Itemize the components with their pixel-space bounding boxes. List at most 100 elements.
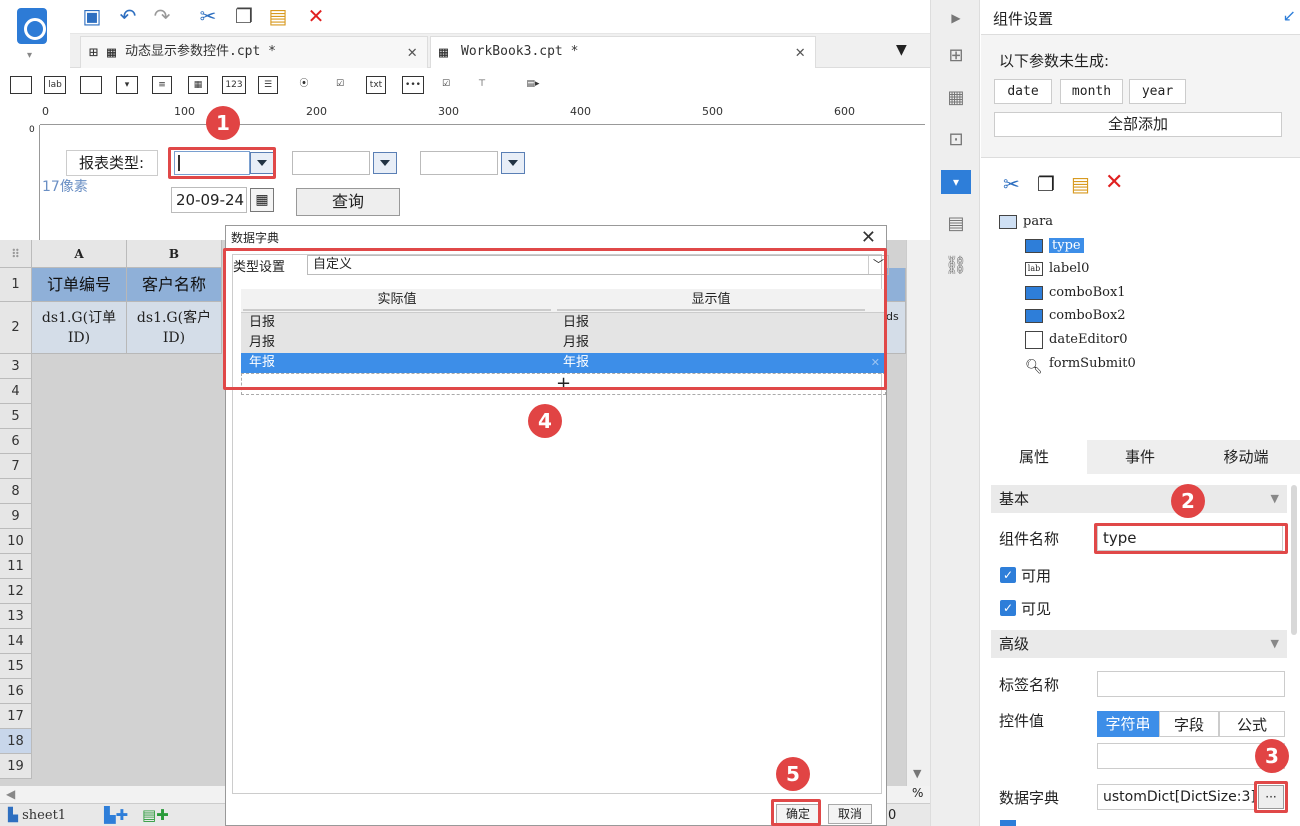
expand-icon[interactable]: ▶ [944,6,968,30]
paste-icon[interactable]: ▤ [1071,172,1090,196]
combobox-widget-icon[interactable]: ▾ [116,76,138,94]
value-type-field[interactable]: 字段 [1159,711,1219,737]
row-header[interactable]: 3 [0,354,32,379]
tab-mobile[interactable]: 移动端 [1193,440,1299,474]
delete-icon[interactable]: ✕ [304,4,328,28]
number-widget-icon[interactable]: 123 [222,76,246,94]
tab-workbook3[interactable]: ▦ WorkBook3.cpt * ✕ [430,36,816,68]
close-icon[interactable]: ✕ [407,37,417,67]
label-widget-icon[interactable]: lab [44,76,66,94]
calendar-icon[interactable]: ▦ [250,188,274,212]
section-basic[interactable]: 基本 ▼ [991,485,1287,513]
month-dropdown-button[interactable] [373,152,397,174]
add-all-button[interactable]: 全部添加 [994,112,1282,137]
app-logo[interactable]: ▾ [0,0,70,66]
cancel-button[interactable]: 取消 [828,804,872,824]
date-widget-icon[interactable]: ▦ [188,76,208,94]
row-header[interactable]: 14 [0,629,32,654]
condition-icon[interactable]: ▤ [944,212,968,236]
row-header[interactable]: 18 [0,729,32,754]
row-header[interactable]: 9 [0,504,32,529]
enabled-checkbox[interactable]: ✓ [1000,567,1016,583]
cut-icon[interactable]: ✂ [1003,172,1020,196]
add-poly-sheet-icon[interactable]: ▤✚ [142,806,169,824]
save-icon[interactable]: ▣ [80,4,104,28]
row-header[interactable]: 16 [0,679,32,704]
tag-name-input[interactable] [1097,671,1285,697]
row-header[interactable]: 1 [0,268,32,302]
row-header[interactable]: 8 [0,479,32,504]
date-editor[interactable]: 20-09-24 [171,187,247,213]
password-widget-icon[interactable]: ••• [402,76,424,94]
paste-icon[interactable]: ▤ [266,4,290,28]
close-icon[interactable]: ✕ [861,226,876,250]
tree-node-type[interactable]: type [1025,236,1084,256]
tab-menu-icon[interactable]: ▼ [896,42,907,58]
column-header-b[interactable]: B [127,240,222,268]
data-cell-order[interactable]: ds1.G(订单ID) [32,302,127,354]
tree-node-combobox2[interactable]: comboBox2 [1025,306,1126,326]
tree-node-formsubmit0[interactable]: 🔍︎ formSubmit0 [1025,354,1136,375]
value-type-formula[interactable]: 公式 [1219,711,1285,737]
tab-properties[interactable]: 属性 [981,440,1087,474]
textbox-widget-icon[interactable] [80,76,102,94]
checkbox-widget-icon[interactable]: ☑ [436,76,456,94]
data-cell-customer[interactable]: ds1.G(客户ID) [127,302,222,354]
row-header[interactable]: 2 [0,302,32,354]
list-widget-icon[interactable]: ≡ [152,76,172,94]
row-header[interactable]: 6 [0,429,32,454]
cut-icon[interactable]: ✂ [196,4,220,28]
tree-node-dateeditor0[interactable]: dateEditor0 [1025,330,1128,350]
sheet-tab[interactable]: ▙ sheet1 [8,808,66,823]
row-header[interactable]: 4 [0,379,32,404]
visible-checkbox[interactable]: ✓ [1000,600,1016,616]
row-header[interactable]: 5 [0,404,32,429]
row-header[interactable]: 15 [0,654,32,679]
corner-cell[interactable]: ⠿ [0,240,32,268]
checkbox-group-icon[interactable]: ☑ [330,76,350,94]
row-header[interactable]: 13 [0,604,32,629]
widget-settings-icon[interactable]: ▾ [941,170,971,194]
row-header[interactable]: 17 [0,704,32,729]
param-chip-date[interactable]: date [994,79,1052,104]
delete-icon[interactable]: ✕ [1105,170,1123,195]
year-dropdown-button[interactable] [501,152,525,174]
tree-node-para[interactable]: para [999,212,1053,232]
column-header-a[interactable]: A [32,240,127,268]
tree-widget-icon[interactable]: ⊤ [472,76,492,94]
value-type-string[interactable]: 字符串 [1097,711,1159,737]
row-header[interactable]: 7 [0,454,32,479]
copy-icon[interactable]: ❐ [1037,172,1055,196]
radio-widget-icon[interactable]: ⦿ [294,76,314,94]
row-header[interactable]: 11 [0,554,32,579]
close-icon[interactable]: ✕ [795,37,805,67]
more-widgets-icon[interactable]: ▤▸ [518,76,548,94]
hidden-checkbox[interactable] [1000,820,1016,826]
row-header[interactable]: 10 [0,529,32,554]
text-widget-icon[interactable]: txt [366,76,386,94]
row-header[interactable]: 19 [0,754,32,779]
vertical-scrollbar[interactable]: ▼ [906,240,930,786]
tree-node-combobox1[interactable]: comboBox1 [1025,283,1126,303]
month-combobox[interactable] [292,151,370,175]
header-cell-customer[interactable]: 客户名称 [127,268,222,302]
header-cell-order[interactable]: 订单编号 [32,268,127,302]
year-combobox[interactable] [420,151,498,175]
data-dict-input[interactable]: ustomDict[DictSize:3] [1097,784,1255,810]
tab-dynamic-params[interactable]: ⊞ ▦ 动态显示参数控件.cpt * ✕ [80,36,428,68]
frame-icon[interactable]: ⊡ [944,128,968,152]
redo-icon[interactable]: ↷ [150,4,174,28]
row-header[interactable]: 12 [0,579,32,604]
collapse-arrow-icon[interactable]: ↙ [1283,6,1296,25]
undo-icon[interactable]: ↶ [116,4,140,28]
frame-widget-icon[interactable] [10,76,32,94]
param-chip-year[interactable]: year [1129,79,1186,104]
section-advanced[interactable]: 高级 ▼ [991,630,1287,658]
tree-node-label0[interactable]: lab label0 [1025,259,1089,279]
hyperlink-icon[interactable]: ⛓ [944,254,968,278]
query-button[interactable]: 查询 [296,188,400,216]
cell-attr-icon[interactable]: ▦ [944,86,968,110]
param-chip-month[interactable]: month [1060,79,1123,104]
panel-scrollbar[interactable] [1291,485,1297,635]
copy-icon[interactable]: ❐ [232,4,256,28]
